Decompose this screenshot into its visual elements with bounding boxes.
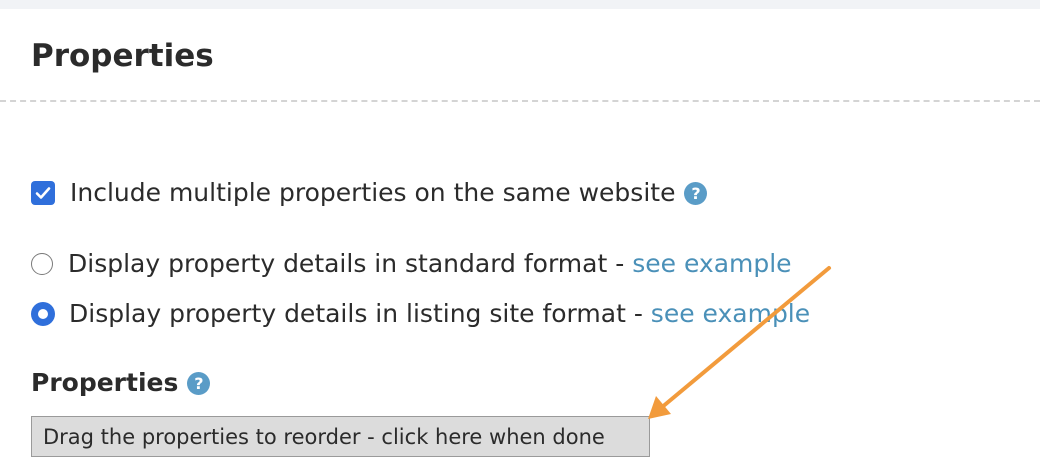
section-divider [0,100,1040,102]
properties-subheading-label: Properties [31,368,179,397]
standard-format-example-link[interactable]: see example [632,249,791,279]
standard-format-radio[interactable] [31,253,53,275]
standard-format-label: Display property details in standard for… [68,249,608,278]
standard-format-separator: - [607,249,633,278]
multiple-properties-label: Include multiple properties on the same … [70,178,676,207]
properties-subheading: Properties ? [31,368,211,398]
checkmark-icon [35,187,51,199]
listing-format-example-link[interactable]: see example [651,299,810,329]
listing-format-radio[interactable] [31,302,55,326]
page-title: Properties [31,38,214,74]
listing-format-label: Display property details in listing site… [69,299,626,328]
multiple-properties-checkbox[interactable] [31,181,55,205]
reorder-done-button[interactable]: Drag the properties to reorder - click h… [31,416,650,457]
multiple-properties-option[interactable]: Include multiple properties on the same … [31,174,708,212]
question-mark-circle-icon[interactable]: ? [684,181,708,205]
listing-format-option[interactable]: Display property details in listing site… [31,295,810,333]
radio-selected-dot [38,309,48,319]
top-strip [0,0,1040,9]
standard-format-option[interactable]: Display property details in standard for… [31,245,792,283]
listing-format-separator: - [625,299,651,328]
question-mark-circle-icon[interactable]: ? [187,371,211,395]
